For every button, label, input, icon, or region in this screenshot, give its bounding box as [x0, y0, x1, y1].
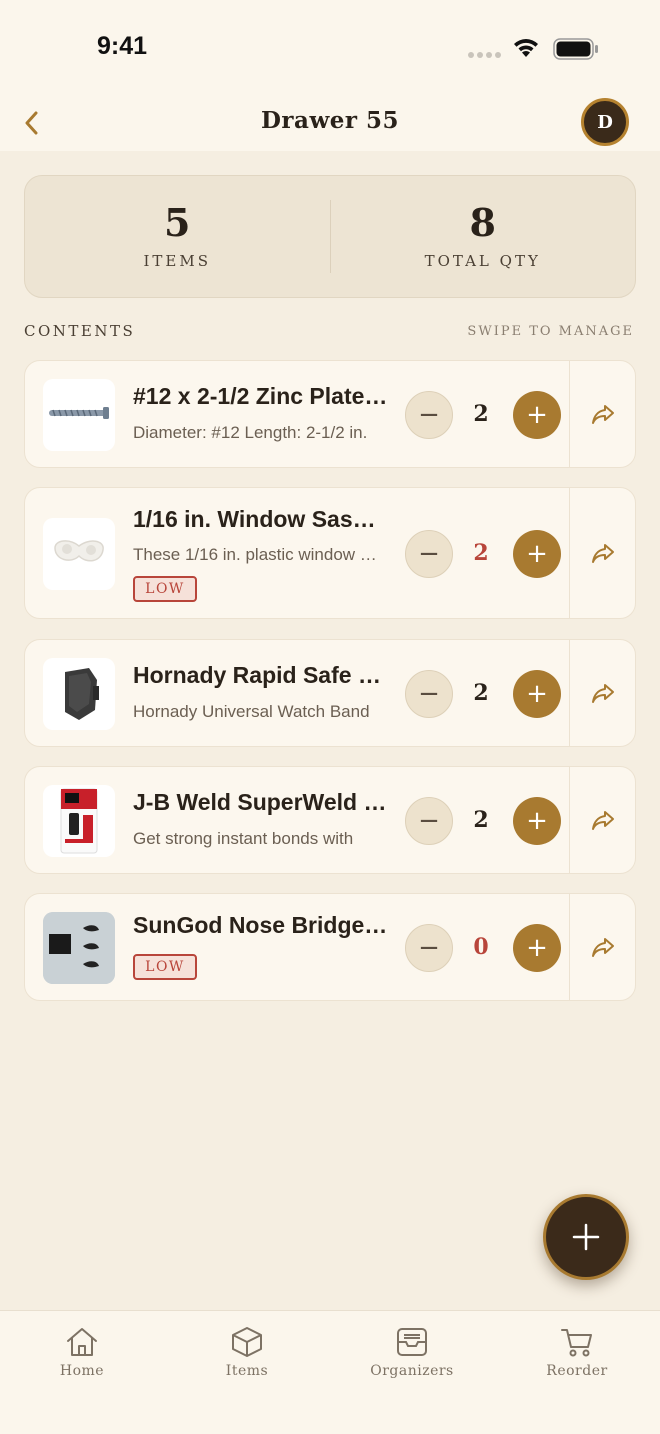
- tab-label: Organizers: [370, 1363, 454, 1379]
- share-arrow-icon: [591, 544, 614, 563]
- item-description: Hornady Universal Watch Band: [133, 702, 370, 721]
- item-title: J-B Weld SuperWeld Glue: [133, 789, 388, 815]
- item-quantity: 2: [473, 401, 489, 427]
- total-qty-label: TOTAL QTY: [424, 252, 541, 270]
- tab-reorder[interactable]: Reorder: [517, 1325, 637, 1379]
- item-quantity: 2: [473, 680, 489, 706]
- avatar[interactable]: D: [581, 98, 629, 146]
- share-button[interactable]: [569, 640, 635, 746]
- total-qty-count: 8: [469, 200, 496, 245]
- nav-bar: Drawer 55 D: [0, 95, 660, 151]
- tab-organizers[interactable]: Organizers: [352, 1325, 472, 1379]
- wifi-icon: [514, 39, 538, 57]
- increment-button[interactable]: +: [513, 670, 561, 718]
- tab-home[interactable]: Home: [22, 1325, 142, 1379]
- add-item-fab[interactable]: [543, 1194, 629, 1280]
- signal-icon: [468, 52, 501, 58]
- share-arrow-icon: [591, 684, 614, 703]
- item-thumbnail-screw: [43, 379, 115, 451]
- increment-button[interactable]: +: [513, 530, 561, 578]
- item-card[interactable]: J-B Weld SuperWeld Glue Get strong insta…: [24, 766, 636, 874]
- share-button[interactable]: [569, 767, 635, 873]
- decrement-button[interactable]: −: [405, 391, 453, 439]
- swipe-hint: SWIPE TO MANAGE: [467, 324, 634, 339]
- status-time: 9:41: [97, 32, 148, 60]
- plus-icon: [572, 1223, 600, 1251]
- share-button[interactable]: [569, 894, 635, 1000]
- items-label: ITEMS: [143, 252, 211, 270]
- tab-label: Items: [225, 1363, 269, 1379]
- increment-button[interactable]: +: [513, 391, 561, 439]
- item-card[interactable]: SunGod Nose Bridge Pads LOW − 0 +: [24, 893, 636, 1001]
- tab-label: Home: [59, 1363, 105, 1379]
- inbox-icon: [397, 1328, 427, 1356]
- share-button[interactable]: [569, 488, 635, 618]
- item-quantity: 2: [473, 807, 489, 833]
- item-thumbnail-hornady: [43, 658, 115, 730]
- item-thumbnail-plastic: [43, 518, 115, 590]
- box-icon: [232, 1327, 262, 1357]
- tab-items[interactable]: Items: [187, 1325, 307, 1379]
- low-stock-badge: LOW: [133, 576, 197, 602]
- share-arrow-icon: [591, 405, 614, 424]
- status-bar: 9:41: [0, 0, 660, 95]
- item-card[interactable]: Hornady Rapid Safe Lock Hornady Universa…: [24, 639, 636, 747]
- cart-icon: [561, 1329, 592, 1357]
- home-icon: [67, 1328, 97, 1356]
- share-button[interactable]: [569, 361, 635, 467]
- item-title: SunGod Nose Bridge Pads: [133, 912, 388, 938]
- item-thumbnail-sungod: [43, 912, 115, 984]
- tab-label: Reorder: [546, 1363, 608, 1379]
- item-quantity: 2: [473, 540, 489, 566]
- items-count: 5: [164, 200, 191, 245]
- tab-bar: Home Items Organizers Reorder: [0, 1310, 660, 1434]
- item-title: 1/16 in. Window Sash Lock: [133, 506, 388, 532]
- total-qty-stat: 8 TOTAL QTY: [331, 176, 636, 297]
- contents-heading: CONTENTS: [24, 322, 136, 340]
- item-thumbnail-glue: [43, 785, 115, 857]
- item-card[interactable]: 1/16 in. Window Sash Lock These 1/16 in.…: [24, 487, 636, 619]
- share-arrow-icon: [591, 938, 614, 957]
- item-description: Get strong instant bonds with: [133, 829, 354, 848]
- decrement-button[interactable]: −: [405, 797, 453, 845]
- low-stock-badge: LOW: [133, 954, 197, 980]
- decrement-button[interactable]: −: [405, 924, 453, 972]
- items-stat: 5 ITEMS: [25, 176, 330, 297]
- item-description: Diameter: #12 Length: 2-1/2 in.: [133, 423, 368, 442]
- decrement-button[interactable]: −: [405, 670, 453, 718]
- page-title: Drawer 55: [260, 107, 400, 134]
- item-card[interactable]: #12 x 2-1/2 Zinc Plated Screw Diameter: …: [24, 360, 636, 468]
- item-quantity: 0: [473, 934, 489, 960]
- item-title: Hornady Rapid Safe Lock: [133, 662, 388, 688]
- item-title: #12 x 2-1/2 Zinc Plated Screw: [133, 383, 388, 409]
- item-description: These 1/16 in. plastic window spacers: [133, 545, 377, 564]
- decrement-button[interactable]: −: [405, 530, 453, 578]
- increment-button[interactable]: +: [513, 924, 561, 972]
- battery-icon: [553, 38, 598, 60]
- share-arrow-icon: [591, 811, 614, 830]
- increment-button[interactable]: +: [513, 797, 561, 845]
- stats-card: 5 ITEMS 8 TOTAL QTY: [24, 175, 636, 298]
